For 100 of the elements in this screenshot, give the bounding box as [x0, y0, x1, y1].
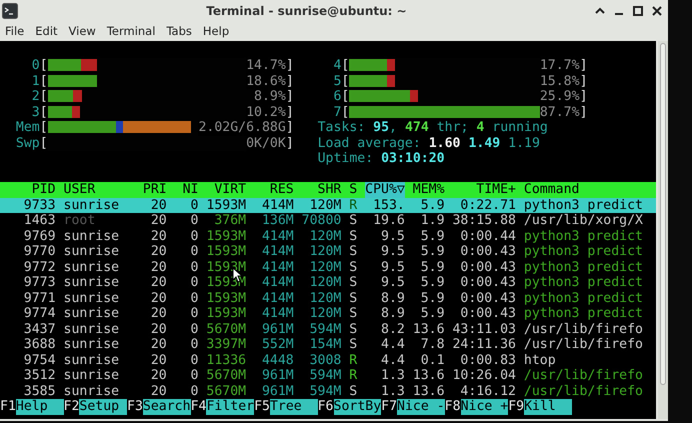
close-icon[interactable]: [652, 6, 662, 16]
menu-item[interactable]: Help: [198, 24, 236, 38]
process-row[interactable]: 1463 root 20 0 376M 136M 70800 S 19.6 1.9 38:15.88 /usr/lib/xorg/X: [0, 213, 656, 228]
user-cell-text: sunrise: [62, 384, 120, 399]
menu-item[interactable]: Terminal: [102, 24, 162, 38]
menu-item[interactable]: View: [64, 24, 103, 38]
shr-cell-text: 154M: [308, 337, 342, 352]
column-header[interactable]: RES: [246, 182, 294, 198]
mem-cell-text: 5.9: [420, 260, 445, 275]
function-key-button[interactable]: Nice +: [460, 399, 508, 414]
nice-cell-text: 0: [190, 244, 198, 260]
column-header[interactable]: SHR: [294, 182, 342, 198]
mem-cell-text: 5.9: [420, 198, 445, 213]
mem-cell-text: 1.9: [420, 213, 445, 228]
state-cell-text: S: [348, 275, 358, 290]
shr-cell-text: 594M: [308, 368, 342, 384]
bracket-text: [: [40, 104, 48, 120]
user-cell-text: sunrise: [62, 368, 120, 384]
process-row[interactable]: 3512 sunrise 20 0 5670M 961M 594M R 1.3 13.6 10:26.04 /usr/lib/firefo: [0, 368, 656, 384]
priority-cell-text: 20: [150, 275, 167, 290]
command-cell-text: /usr/lib/firefo: [522, 337, 643, 352]
pid-cell-text: 9771: [22, 290, 56, 306]
nice-cell-text: 0: [190, 260, 198, 275]
virt-cell-text: 11336: [205, 352, 246, 368]
state-cell-text: S: [348, 306, 358, 322]
command-cell-text: /usr/lib/firefo: [522, 368, 643, 384]
column-header[interactable]: NI: [166, 182, 198, 198]
function-key-button[interactable]: Kill: [524, 399, 572, 414]
user-cell-text: sunrise: [62, 275, 120, 290]
priority-cell-text: 20: [150, 352, 167, 368]
function-key-button[interactable]: Tree: [270, 399, 318, 414]
nice-cell-text: 0: [190, 198, 198, 213]
virt-cell-text: 5670M: [205, 322, 246, 337]
column-header[interactable]: PRI: [134, 182, 167, 198]
process-row[interactable]: 3688 sunrise 20 0 3397M 552M 154M S 4.4 7.8 24:11.36 /usr/lib/firefo: [0, 337, 656, 352]
function-key-button[interactable]: Setup: [79, 399, 128, 414]
process-row[interactable]: 9754 sunrise 20 0 11336 4448 3008 R 4.4 0.1 0:00.83 htop: [0, 352, 656, 368]
shr-cell-text: 594M: [308, 384, 342, 399]
column-header[interactable]: TIME+: [444, 182, 516, 198]
column-header[interactable]: USER: [56, 182, 135, 198]
process-row[interactable]: 9769 sunrise 20 0 1593M 414M 120M S 9.5 5.9 0:00.44 python3 predict: [0, 228, 656, 244]
info-text: Tasks: 95, 474 thr; 4 running: [318, 120, 549, 136]
virt-cell-text: 3397M: [205, 337, 246, 352]
bracket-text: [: [40, 120, 48, 136]
scrollbar[interactable]: [658, 41, 668, 419]
function-key-button[interactable]: SortBy: [334, 399, 382, 414]
process-row[interactable]: 3585 sunrise 20 0 5670M 961M 594M S 1.3 13.6 4:16.12 /usr/lib/firefo: [0, 384, 656, 399]
column-header[interactable]: VIRT: [198, 182, 246, 198]
process-row[interactable]: 9770 sunrise 20 0 1593M 414M 120M S 9.5 5.9 0:00.43 python3 predict: [0, 244, 656, 260]
meter-value: 15.8%: [540, 74, 580, 89]
menu-item[interactable]: Tabs: [162, 24, 199, 38]
state-cell-text: S: [348, 290, 358, 306]
shr-cell-text: 120M: [308, 198, 342, 213]
function-key-button[interactable]: Nice -: [397, 399, 445, 414]
scrollbar-thumb[interactable]: [660, 43, 666, 385]
column-header[interactable]: PID: [0, 182, 56, 198]
maximize-icon[interactable]: [633, 6, 643, 16]
pid-cell-text: 9770: [22, 244, 56, 260]
nice-cell-text: 0: [190, 290, 198, 306]
virt-cell-text: 1593M: [205, 244, 246, 260]
meter-label: 7: [332, 104, 342, 120]
time-cell-text: 24:11.36: [451, 337, 516, 352]
menu-item[interactable]: Edit: [31, 24, 65, 38]
column-header[interactable]: CPU%▽: [365, 182, 405, 198]
state-cell-text: S: [348, 213, 358, 228]
process-row[interactable]: 9733 sunrise 20 0 1593M 414M 120M R 153. 5.9 0:22.71 python3 predict: [0, 198, 656, 213]
process-row[interactable]: 9771 sunrise 20 0 1593M 414M 120M S 8.9 5.9 0:00.43 python3 predict: [0, 290, 656, 306]
process-row[interactable]: 9772 sunrise 20 0 1593M 414M 120M S 9.5 5.9 0:00.43 python3 predict: [0, 260, 656, 275]
nice-cell-text: 0: [190, 384, 198, 399]
mem-cell-text: 5.9: [420, 228, 445, 244]
shr-cell-text: 120M: [308, 290, 342, 306]
meter-value: 14.7%: [246, 58, 286, 74]
shr-cell-text: 120M: [308, 228, 342, 244]
menu-item[interactable]: File: [1, 24, 32, 38]
pid-cell-text: 9733: [22, 198, 56, 213]
virt-cell-text: 1593M: [205, 290, 246, 306]
meter-label: 6: [332, 89, 342, 104]
function-key-button[interactable]: Search: [142, 399, 191, 414]
virt-cell-text: 5670M: [205, 384, 246, 399]
process-row[interactable]: 9774 sunrise 20 0 1593M 414M 120M S 8.9 5.9 0:00.43 python3 predict: [0, 306, 656, 322]
res-cell-text: 414M: [260, 228, 294, 244]
virt-cell-text: 1593M: [205, 198, 246, 213]
process-row[interactable]: 3437 sunrise 20 0 5670M 961M 594M S 8.2 13.6 43:11.03 /usr/lib/firefo: [0, 322, 656, 337]
mem-cell-text: 5.9: [420, 275, 445, 290]
column-header[interactable]: Command: [516, 182, 580, 198]
res-cell-text: 414M: [260, 260, 294, 275]
column-header[interactable]: MEM%: [404, 182, 445, 198]
virt-cell-text: 1593M: [205, 306, 246, 322]
command-cell-text: /usr/lib/xorg/X: [522, 213, 643, 228]
command-cell-text: /usr/lib/firefo: [522, 322, 643, 337]
function-key-button[interactable]: Filter: [206, 399, 254, 414]
function-key-button[interactable]: Help: [16, 399, 64, 414]
function-key: F6: [318, 399, 334, 414]
res-cell-text: 961M: [260, 322, 294, 337]
column-header[interactable]: S: [341, 182, 358, 198]
meter-label: 2: [30, 89, 40, 104]
chevron-up-icon[interactable]: [595, 6, 605, 14]
nice-cell-text: 0: [190, 213, 198, 228]
res-cell-text: 414M: [260, 306, 294, 322]
priority-cell-text: 20: [150, 260, 167, 275]
